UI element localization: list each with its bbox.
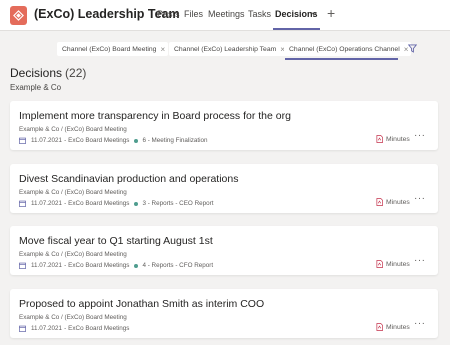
filter-chip-label: Channel (ExCo) Operations Channel [289,45,400,53]
minutes-link[interactable]: Minutes [376,198,410,206]
decision-meta: 11.07.2021- ExCo Board Meetings 3 - Repor… [19,199,213,208]
more-icon[interactable]: ··· [414,318,426,329]
decision-title[interactable]: Implement more transparency in Board pro… [19,110,291,122]
filter-chip-label: Channel (ExCo) Board Meeting [62,45,157,53]
decision-card[interactable]: Divest Scandinavian production and opera… [10,164,438,213]
more-icon[interactable]: ··· [414,255,426,266]
calendar-icon [19,262,26,269]
filter-chip-operations-channel[interactable]: Channel (ExCo) Operations Channel × [284,42,412,56]
decision-meta: 11.07.2021- ExCo Board Meetings 4 - Repor… [19,261,213,270]
meeting-name: ExCo Board Meetings [68,262,130,269]
decision-card[interactable]: Move fiscal year to Q1 starting August 1… [10,226,438,275]
pdf-icon [376,323,383,331]
meeting-date: 11.07.2021 [31,137,63,144]
calendar-icon [19,325,26,332]
minutes-link[interactable]: Minutes [376,323,410,331]
decision-count: (22) [65,66,87,80]
pdf-icon [376,260,383,268]
minutes-label: Minutes [386,323,410,331]
filter-chip-board-meeting[interactable]: Channel (ExCo) Board Meeting × [57,42,169,56]
pdf-icon [376,135,383,143]
decision-title[interactable]: Move fiscal year to Q1 starting August 1… [19,235,213,247]
decision-card[interactable]: Implement more transparency in Board pro… [10,101,438,150]
agenda-item: 3 - Reports - CEO Report [142,200,214,207]
minutes-label: Minutes [386,198,410,206]
meeting-name: ExCo Board Meetings [68,137,130,144]
filter-chip-selected-indicator [285,58,398,60]
minutes-link[interactable]: Minutes [376,135,410,143]
meeting-name: ExCo Board Meetings [68,200,130,207]
page-title-label: Decisions [10,66,63,80]
filter-icon[interactable] [408,44,417,53]
filter-chip-leadership-team[interactable]: Channel (ExCo) Leadership Team × [169,42,288,56]
decision-path: Example & Co / (ExCo) Board Meeting [19,314,127,321]
team-logo-icon[interactable] [10,6,27,25]
active-tab-indicator [273,28,320,30]
decision-path: Example & Co / (ExCo) Board Meeting [19,126,127,133]
minutes-link[interactable]: Minutes [376,260,410,268]
agenda-item: 6 - Meeting Finalization [142,137,208,144]
chevron-down-icon[interactable] [311,12,317,16]
decision-path: Example & Co / (ExCo) Board Meeting [19,189,127,196]
more-icon[interactable]: ··· [414,130,426,141]
decision-path: Example & Co / (ExCo) Board Meeting [19,251,127,258]
agenda-dot-icon [134,201,139,206]
meeting-date: 11.07.2021 [31,325,63,332]
meeting-name: ExCo Board Meetings [68,325,130,332]
calendar-icon [19,137,26,144]
tab-posts[interactable]: Posts [157,9,180,19]
minutes-label: Minutes [386,260,410,268]
filter-bar: Channel (ExCo) Board Meeting × Channel (… [0,31,450,63]
tab-tasks[interactable]: Tasks [248,9,271,19]
meeting-date: 11.07.2021 [31,200,63,207]
pdf-icon [376,198,383,206]
meeting-date: 11.07.2021 [31,262,63,269]
agenda-dot-icon [134,138,139,143]
close-icon[interactable]: × [160,45,165,54]
decision-title[interactable]: Proposed to appoint Jonathan Smith as in… [19,298,264,310]
agenda-dot-icon [134,263,139,268]
team-header: (ExCo) Leadership Team Posts Files Meeti… [0,0,450,31]
decision-meta: 11.07.2021- ExCo Board Meetings [19,324,129,333]
filter-chip-label: Channel (ExCo) Leadership Team [174,45,277,53]
page-subtitle: Example & Co [10,83,62,92]
tab-files[interactable]: Files [184,9,203,19]
plus-icon[interactable]: + [327,6,335,20]
calendar-icon [19,200,26,207]
minutes-label: Minutes [386,135,410,143]
decision-meta: 11.07.2021- ExCo Board Meetings 6 - Meeti… [19,136,208,145]
more-icon[interactable]: ··· [414,193,426,204]
agenda-item: 4 - Reports - CFO Report [142,262,214,269]
tab-meetings[interactable]: Meetings [208,9,245,19]
decision-title[interactable]: Divest Scandinavian production and opera… [19,173,238,185]
decision-card[interactable]: Proposed to appoint Jonathan Smith as in… [10,289,438,338]
page-title: Decisions (22) [10,66,86,80]
